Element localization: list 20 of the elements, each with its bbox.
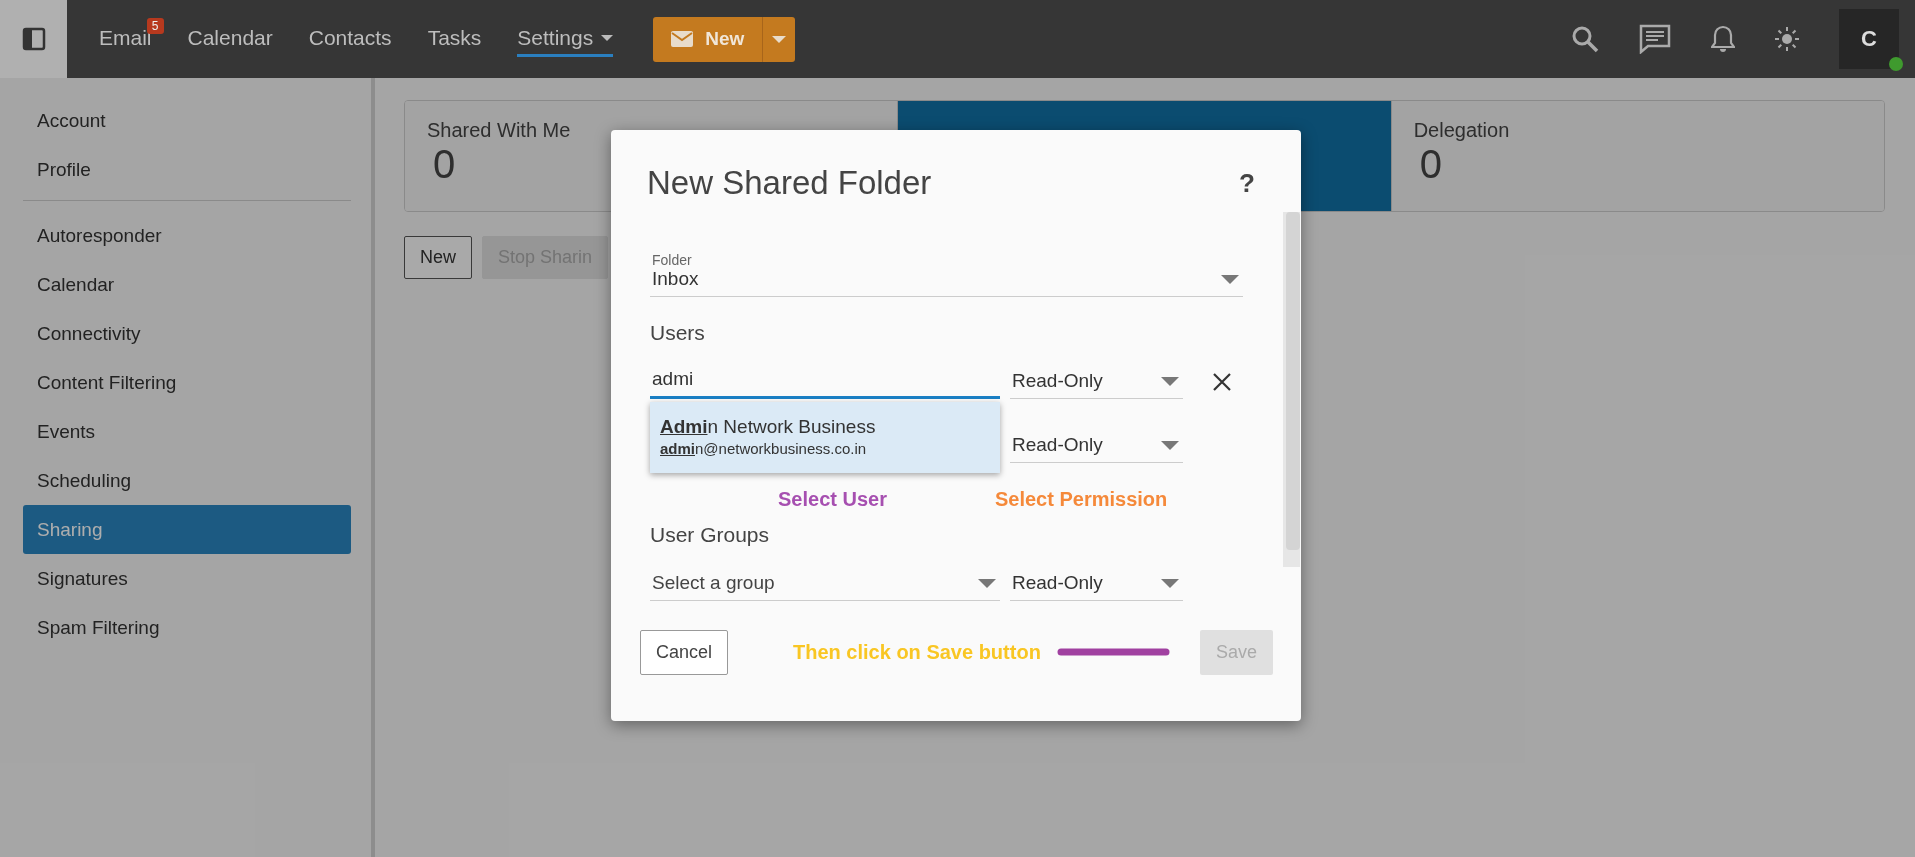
annotation-text: Select User [778,487,887,511]
field-value: admi [652,368,694,390]
suggestion-email: admin@networkbusiness.co.in [660,440,868,457]
field-value: Read-Only [1012,370,1103,392]
field-label: Folder [652,252,692,268]
field-value: Read-Only [1012,572,1103,594]
section-heading: User Groups [650,523,771,547]
dialog-title: New Shared Folder [647,164,932,202]
unread-badge: 5 [146,17,164,34]
tab-label: Shared With Me [427,119,572,142]
field-value: Read-Only [1012,434,1103,456]
field-value: Inbox [652,268,699,290]
annotation-text: Then click on Save button [793,640,1041,664]
tab-count: 0 [433,142,456,187]
suggestion-name: Admin Network Business [660,416,877,438]
section-heading: Users [650,321,706,345]
select-placeholder: Select a group [652,572,775,594]
tab-count: 0 [1419,142,1442,187]
annotation-text: Select Permission [994,487,1168,511]
tab-label: Delegation [1413,119,1511,142]
